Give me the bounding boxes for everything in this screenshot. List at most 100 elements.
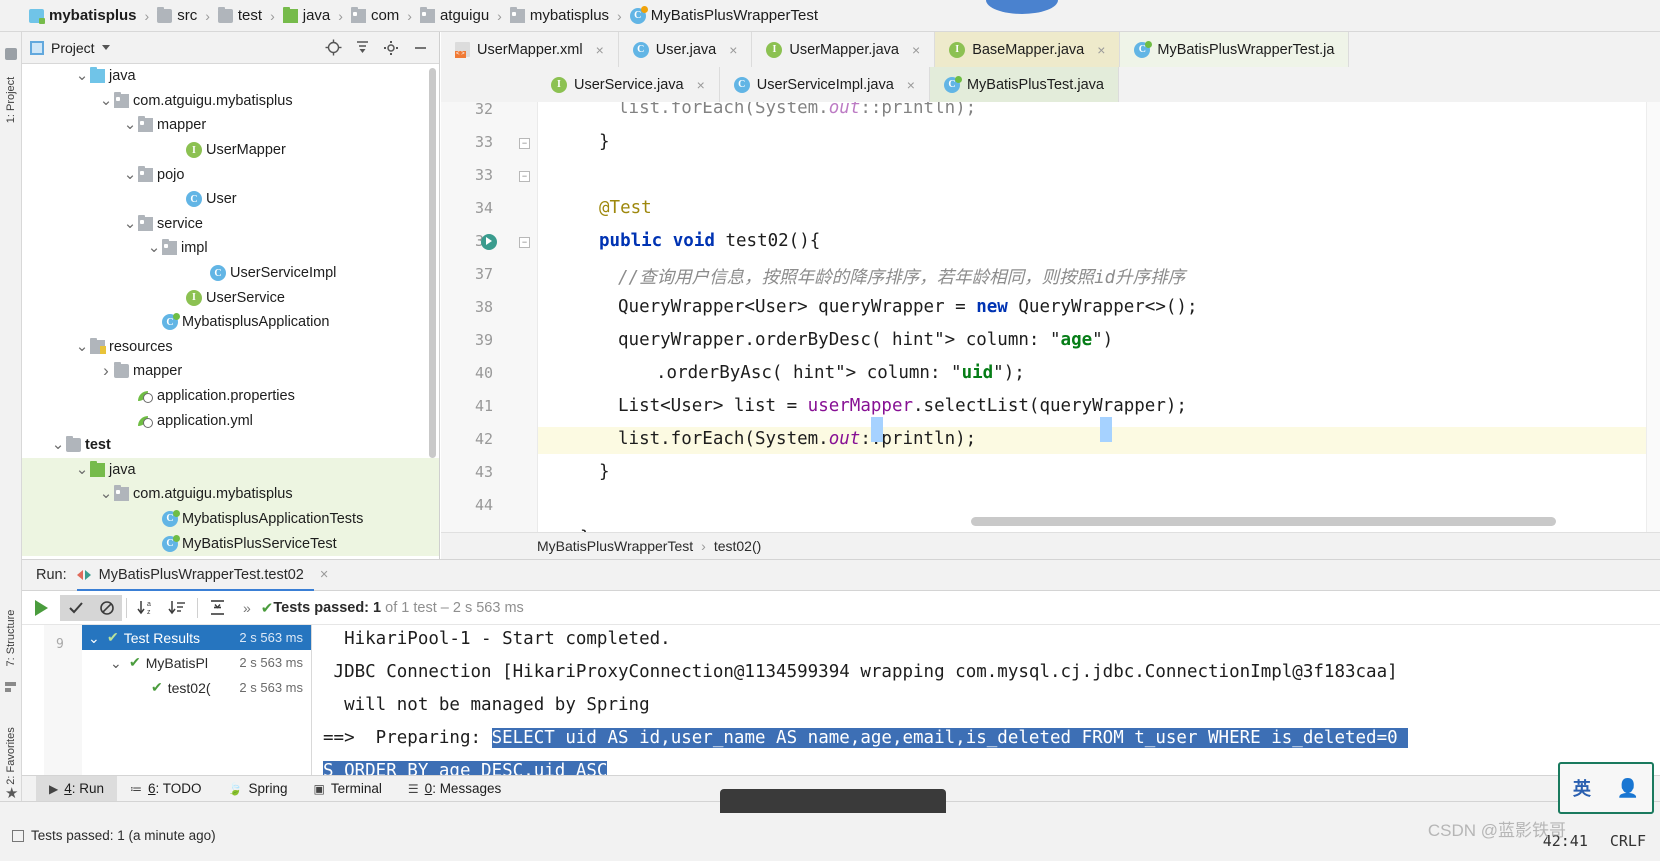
tree-spacer[interactable] bbox=[194, 265, 210, 281]
close-icon[interactable]: × bbox=[1097, 42, 1105, 58]
project-tool-icon[interactable] bbox=[5, 48, 17, 60]
chevron-down-icon[interactable]: ⌄ bbox=[88, 631, 102, 645]
editor-tab-mybatisplustest-java[interactable]: C MyBatisPlusTest.java bbox=[929, 67, 1119, 102]
test-tree-item[interactable]: ⌄ ✔ MyBatisPl 2 s 563 ms bbox=[82, 650, 311, 675]
close-icon[interactable]: × bbox=[912, 42, 920, 58]
tree-item-usermapper[interactable]: I UserMapper bbox=[22, 138, 439, 163]
test-results-tree[interactable]: ⌄ ✔ Test Results 2 s 563 ms ⌄ ✔ MyBatisPl 2 s 5… bbox=[82, 625, 312, 775]
breadcrumb-item-com[interactable]: com bbox=[346, 6, 404, 24]
breadcrumb-item-atguigu[interactable]: atguigu bbox=[415, 6, 494, 24]
project-tree[interactable]: ⌄ java ⌄ com.atguigu.mybatisplus ⌄ mapper I Use… bbox=[22, 64, 439, 559]
editor-tab-userservice-java[interactable]: I UserService.java × bbox=[537, 67, 720, 102]
expand-all-button[interactable] bbox=[202, 595, 233, 621]
code-line[interactable]: @Test bbox=[599, 198, 652, 218]
editor-gutter[interactable]: 3233−33−3435−373839404142434445 bbox=[441, 102, 538, 532]
rerun-button[interactable] bbox=[22, 599, 60, 616]
chevron-down-icon[interactable] bbox=[101, 45, 110, 50]
tree-item-java[interactable]: ⌄ java bbox=[22, 457, 439, 483]
close-icon[interactable]: × bbox=[320, 567, 328, 583]
code-editor[interactable]: 3233−33−3435−373839404142434445 list.for… bbox=[441, 102, 1660, 532]
show-passed-button[interactable] bbox=[60, 594, 91, 621]
ime-indicator[interactable]: 英 👤 bbox=[1558, 762, 1654, 814]
tool-window-button-messages[interactable]: ☰ 0: Messages bbox=[395, 776, 514, 802]
chevron-down-icon[interactable]: ⌄ bbox=[122, 167, 138, 183]
console-line[interactable]: will not be managed by Spring bbox=[323, 695, 650, 715]
console-output[interactable]: HikariPool-1 - Start completed. JDBC Con… bbox=[313, 625, 1660, 775]
code-fold-icon[interactable]: − bbox=[519, 237, 530, 248]
editor-tab-user-java[interactable]: C User.java × bbox=[618, 32, 753, 67]
run-test-gutter-icon[interactable] bbox=[481, 234, 497, 250]
breadcrumb-item-mybatisplus[interactable]: mybatisplus bbox=[505, 6, 614, 24]
breadcrumb-item-test[interactable]: test bbox=[213, 6, 267, 24]
editor-breadcrumb-class[interactable]: MyBatisPlusWrapperTest bbox=[537, 538, 693, 554]
tree-item-impl[interactable]: ⌄ impl bbox=[22, 236, 439, 261]
line-separator[interactable]: CRLF bbox=[1610, 832, 1646, 850]
close-icon[interactable]: × bbox=[596, 42, 604, 58]
chevron-down-icon[interactable]: ⌄ bbox=[50, 437, 66, 453]
tree-spacer[interactable] bbox=[146, 536, 162, 552]
chevron-down-icon[interactable]: ⌄ bbox=[98, 486, 114, 502]
tree-item-userservice[interactable]: I UserService bbox=[22, 285, 439, 310]
sort-by-duration-button[interactable] bbox=[162, 595, 193, 621]
star-icon[interactable]: ★ bbox=[5, 786, 18, 801]
code-line[interactable]: list.forEach(System.out::println); bbox=[618, 102, 976, 118]
tree-spacer[interactable] bbox=[146, 314, 162, 330]
tree-item-mybatisplusservicetest[interactable]: C MyBatisPlusServiceTest bbox=[22, 531, 439, 556]
structure-icon[interactable] bbox=[5, 682, 17, 694]
tree-spacer[interactable] bbox=[146, 511, 162, 527]
sidebar-item-structure[interactable]: 7: Structure bbox=[5, 609, 17, 667]
editor-code-area[interactable]: list.forEach(System.out::println);}@Test… bbox=[538, 102, 1660, 532]
tree-item-test[interactable]: ⌄ test bbox=[22, 433, 439, 458]
code-line[interactable]: List<User> list = userMapper.selectList(… bbox=[618, 396, 1187, 416]
breadcrumb-item-src[interactable]: src bbox=[152, 6, 202, 24]
sort-alphabetically-button[interactable]: az bbox=[131, 595, 162, 621]
breadcrumb-item-class[interactable]: C MyBatisPlusWrapperTest bbox=[625, 5, 823, 24]
breadcrumb-item-project[interactable]: mybatisplus bbox=[24, 7, 142, 24]
run-configuration-tab[interactable]: MyBatisPlusWrapperTest.test02 × bbox=[76, 559, 335, 592]
line-number[interactable]: 33 bbox=[453, 166, 493, 184]
code-line[interactable]: //查询用户信息，按照年龄的降序排序，若年龄相同，则按照id升序排序 bbox=[618, 264, 1185, 289]
sidebar-item-project[interactable]: 1: Project bbox=[5, 71, 17, 129]
locate-icon[interactable] bbox=[322, 37, 344, 59]
code-fold-icon[interactable]: − bbox=[519, 138, 530, 149]
code-line[interactable]: list.forEach(System.out::println); bbox=[618, 429, 976, 449]
line-number[interactable]: 32 bbox=[453, 102, 493, 118]
tree-spacer[interactable] bbox=[170, 142, 186, 158]
editor-tab-usermapper-java[interactable]: I UserMapper.java × bbox=[752, 32, 936, 67]
line-number[interactable]: 33 bbox=[453, 133, 493, 151]
tool-window-button-terminal[interactable]: ▣ Terminal bbox=[301, 776, 395, 802]
line-number[interactable]: 39 bbox=[453, 331, 493, 349]
tree-spacer[interactable] bbox=[122, 413, 138, 429]
editor-horizontal-scrollbar[interactable] bbox=[971, 517, 1556, 526]
tree-item-application-yml[interactable]: application.yml bbox=[22, 408, 439, 433]
line-number[interactable]: 40 bbox=[453, 364, 493, 382]
editor-breadcrumb-method[interactable]: test02() bbox=[714, 538, 761, 554]
console-line[interactable]: HikariPool-1 - Start completed. bbox=[323, 629, 671, 649]
tree-item-application-properties[interactable]: application.properties bbox=[22, 384, 439, 409]
chevron-down-icon[interactable]: ⌄ bbox=[74, 68, 90, 84]
console-line[interactable]: JDBC Connection [HikariProxyConnection@1… bbox=[323, 662, 1398, 682]
editor-tab-userserviceimpl-java[interactable]: C UserServiceImpl.java × bbox=[719, 67, 930, 102]
test-tree-item[interactable]: ✔ test02(2 s 563 ms bbox=[82, 675, 311, 700]
hide-panel-icon[interactable] bbox=[409, 37, 431, 59]
tree-item-user[interactable]: C User bbox=[22, 187, 439, 212]
code-line[interactable]: public void test02(){ bbox=[599, 231, 820, 251]
tree-item-mybatisplusapplication[interactable]: C MybatisplusApplication bbox=[22, 310, 439, 335]
chevron-down-icon[interactable]: ⌄ bbox=[98, 93, 114, 109]
chevron-down-icon[interactable]: ⌄ bbox=[74, 339, 90, 355]
line-number[interactable]: 44 bbox=[453, 496, 493, 514]
code-line[interactable]: } bbox=[599, 132, 610, 152]
code-line[interactable]: QueryWrapper<User> queryWrapper = new Qu… bbox=[618, 297, 1198, 317]
tree-item-com-atguigu-mybatisplus[interactable]: ⌄ com.atguigu.mybatisplus bbox=[22, 89, 439, 114]
close-icon[interactable]: × bbox=[697, 77, 705, 93]
chevron-down-icon[interactable]: ⌄ bbox=[122, 216, 138, 232]
hide-ignored-button[interactable] bbox=[91, 594, 122, 621]
line-number[interactable]: 38 bbox=[453, 298, 493, 316]
tree-item-service[interactable]: ⌄ service bbox=[22, 212, 439, 237]
line-number[interactable]: 41 bbox=[453, 397, 493, 415]
breadcrumb-item-java[interactable]: java bbox=[278, 6, 336, 24]
tree-spacer[interactable] bbox=[122, 388, 138, 404]
sidebar-item-favorites[interactable]: 2: Favorites bbox=[5, 727, 17, 785]
code-line[interactable]: .orderByAsc( hint"> column: "uid"); bbox=[656, 363, 1025, 383]
test-tree-item[interactable]: ⌄ ✔ Test Results 2 s 563 ms bbox=[82, 625, 311, 650]
